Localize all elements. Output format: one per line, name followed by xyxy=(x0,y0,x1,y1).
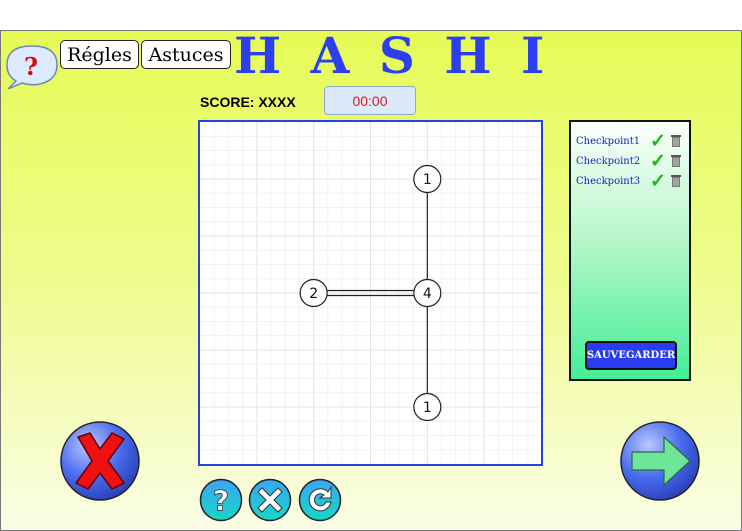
island[interactable]: 1 xyxy=(413,392,442,422)
rules-button[interactable]: Régles xyxy=(60,40,139,69)
clear-button[interactable] xyxy=(248,478,292,522)
score-label: SCORE: XXXX xyxy=(200,94,296,110)
board-canvas[interactable]: 1 2 4 1 xyxy=(200,122,541,464)
checkpoint-panel: Checkpoint1 ✓ Checkpoint2 ✓ Checkpoint3 … xyxy=(569,120,691,381)
save-button[interactable]: SAUVEGARDER xyxy=(585,341,677,370)
next-button[interactable] xyxy=(620,421,700,501)
help-question-mark: ? xyxy=(24,52,38,81)
checkpoint-row[interactable]: Checkpoint1 ✓ xyxy=(576,132,682,151)
island-value: 1 xyxy=(423,400,432,416)
help-bubble-icon[interactable]: ? xyxy=(4,43,58,89)
island-value: 2 xyxy=(309,286,318,302)
trash-icon[interactable] xyxy=(670,134,682,148)
checkpoint-label[interactable]: Checkpoint3 xyxy=(576,176,650,187)
tips-button[interactable]: Astuces xyxy=(141,40,231,69)
quit-button[interactable] xyxy=(60,421,140,501)
island-value: 4 xyxy=(423,286,432,302)
timer-display: 00:00 xyxy=(324,86,416,115)
island[interactable]: 1 xyxy=(413,164,442,194)
undo-button[interactable] xyxy=(298,478,342,522)
checkmark-icon[interactable]: ✓ xyxy=(650,172,670,191)
checkpoint-label[interactable]: Checkpoint2 xyxy=(576,156,650,167)
question-icon: ? xyxy=(213,484,229,517)
checkpoint-row[interactable]: Checkpoint3 ✓ xyxy=(576,172,682,191)
checkpoint-label[interactable]: Checkpoint1 xyxy=(576,136,650,147)
game-board[interactable]: 1 2 4 1 xyxy=(198,120,543,466)
hint-button[interactable]: ? xyxy=(199,478,243,522)
trash-icon[interactable] xyxy=(670,174,682,188)
island[interactable]: 4 xyxy=(413,278,442,308)
checkmark-icon[interactable]: ✓ xyxy=(650,152,670,171)
trash-icon[interactable] xyxy=(670,154,682,168)
island-value: 1 xyxy=(423,172,432,188)
checkpoint-row[interactable]: Checkpoint2 ✓ xyxy=(576,152,682,171)
checkmark-icon[interactable]: ✓ xyxy=(650,132,670,151)
page-title: H A S H I xyxy=(234,26,551,85)
island[interactable]: 2 xyxy=(299,278,328,308)
